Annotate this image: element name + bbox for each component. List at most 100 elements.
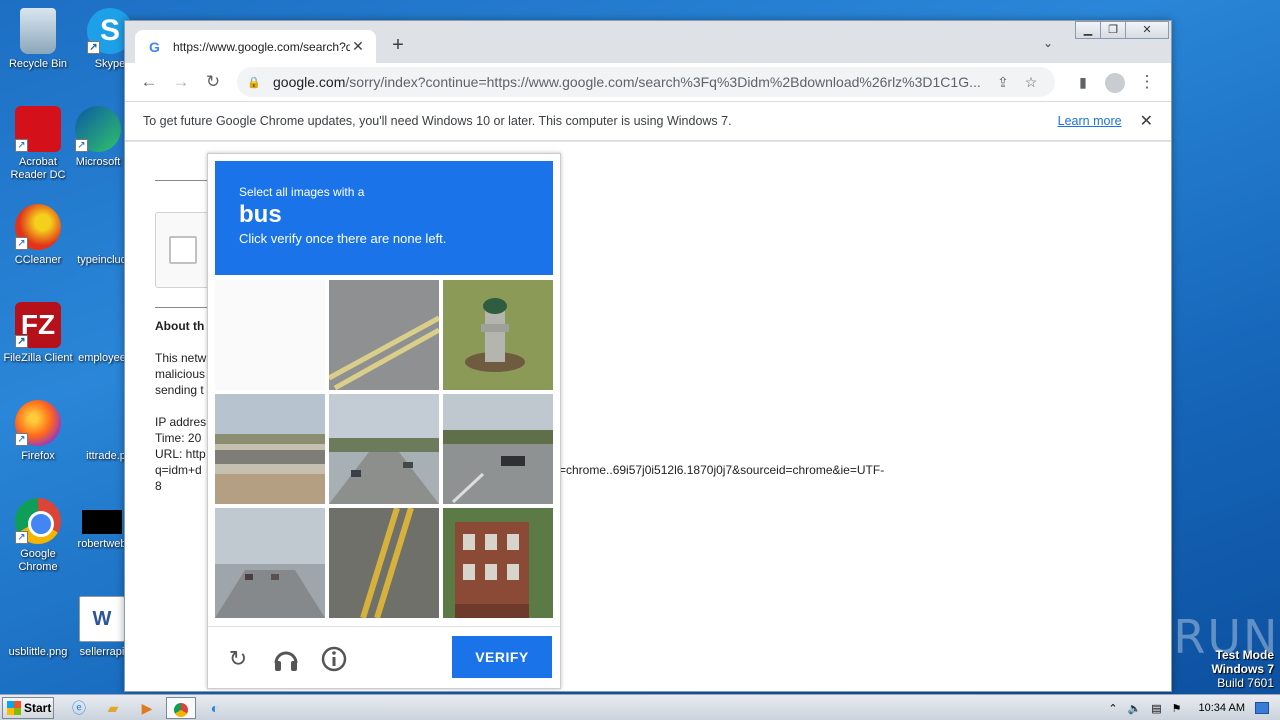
test-mode-line: Test Mode [1215, 648, 1274, 662]
captcha-tile-yellow-lines[interactable] [329, 508, 439, 618]
audio-challenge-headphones-icon[interactable] [272, 645, 300, 673]
tab-google-search[interactable]: G https://www.google.com/search?q= ✕ [135, 30, 376, 63]
captcha-header: Select all images with a bus Click verif… [215, 161, 553, 275]
paragraph-line: This netw [155, 351, 207, 365]
address-bar[interactable]: 🔒 google.com/sorry/index?continue=https:… [237, 67, 1055, 97]
volume-icon[interactable]: 🔈 [1128, 702, 1142, 715]
reload-icon[interactable]: ↻ [197, 66, 229, 98]
captcha-tile-traffic-road[interactable] [215, 508, 325, 618]
captcha-tile-blank[interactable] [215, 280, 325, 390]
tab-strip: G https://www.google.com/search?q= ✕ + ⌄… [125, 21, 1171, 63]
system-tray: ⌃ 🔈 ▤ ⚑ 10:34 AM [1103, 695, 1280, 720]
recaptcha-challenge: Select all images with a bus Click verif… [207, 153, 561, 689]
taskbar-chrome-icon[interactable] [166, 697, 196, 719]
captcha-footer: ↻ VERIFY [208, 626, 560, 690]
address-url[interactable]: google.com/sorry/index?continue=https://… [273, 74, 989, 90]
recaptcha-checkbox-container [155, 212, 215, 288]
acrobat-icon: ↗ [15, 106, 61, 152]
restore-button[interactable]: ❐ [1100, 21, 1126, 39]
file-icon [79, 204, 125, 250]
build-line: Build 7601 [1217, 676, 1274, 690]
intersection-image [443, 394, 553, 504]
minimize-button[interactable]: ▁ [1075, 21, 1101, 39]
paragraph-line: sending t [155, 383, 204, 397]
word-document-icon: W [79, 596, 125, 642]
reload-challenge-icon[interactable]: ↻ [224, 645, 252, 673]
captcha-tile-fire-hydrant[interactable] [443, 280, 553, 390]
more-menu-icon[interactable]: ⋮ [1131, 66, 1163, 98]
lock-icon[interactable]: 🔒 [247, 76, 263, 89]
learn-more-link[interactable]: Learn more [1058, 114, 1122, 128]
url-host: google.com [273, 74, 346, 90]
back-arrow-icon[interactable]: ← [133, 66, 165, 98]
page-content: About th This netw malicious sending t I… [125, 142, 1171, 691]
captcha-tile-road-lines[interactable] [329, 280, 439, 390]
action-center-flag-icon[interactable]: ⚑ [1172, 702, 1182, 715]
tab-title: https://www.google.com/search?q= [173, 39, 350, 54]
roadside-image [215, 394, 325, 504]
road-lines-image [329, 280, 439, 390]
taskbar: Start ⓔ ▰ ▶ ◐ ⌃ 🔈 ▤ ⚑ 10:34 AM [0, 694, 1280, 720]
show-desktop-icon[interactable] [1255, 702, 1269, 714]
ip-address-line: IP addres [155, 415, 207, 429]
chrome-icon: ↗ [15, 498, 61, 544]
google-favicon-icon: G [149, 38, 160, 55]
filezilla-icon: FZ ↗ [15, 302, 61, 348]
traffic-road-image [215, 508, 325, 618]
file-icon [83, 400, 129, 446]
network-icon[interactable]: ▤ [1151, 702, 1161, 715]
taskbar-ie-icon[interactable]: ⓔ [64, 697, 94, 719]
url-tail-text: =chrome..69i57j0i512l6.1870j0j7&sourceid… [559, 463, 885, 477]
share-icon[interactable]: ⇪ [989, 74, 1017, 91]
url-line: URL: http [155, 447, 206, 461]
divider [155, 307, 209, 308]
captcha-tile-intersection[interactable] [443, 394, 553, 504]
url-end-text: 8 [155, 479, 162, 493]
desktop-icon-recycle-bin[interactable]: Recycle Bin [0, 8, 76, 71]
url-line: q=idm+d [155, 463, 202, 477]
tab-search-chevron-down-icon[interactable]: ⌄ [1043, 36, 1053, 50]
captcha-tile-highway[interactable] [329, 394, 439, 504]
infobar-message: To get future Google Chrome updates, you… [143, 114, 732, 128]
close-window-button[interactable]: ✕ [1125, 21, 1169, 39]
start-button[interactable]: Start [2, 697, 54, 719]
recycle-bin-icon [20, 8, 56, 54]
info-icon[interactable] [320, 645, 348, 673]
captcha-hint: Click verify once there are none left. [239, 231, 447, 246]
windows-version-line: Windows 7 [1211, 662, 1274, 676]
infobar-close-icon[interactable]: ✕ [1140, 111, 1153, 131]
verify-button[interactable]: VERIFY [452, 636, 552, 678]
file-icon [82, 510, 122, 534]
recaptcha-checkbox[interactable] [169, 236, 197, 264]
tray-expand-icon[interactable]: ⌃ [1108, 702, 1117, 715]
firefox-icon: ↗ [15, 400, 61, 446]
clock[interactable]: 10:34 AM [1199, 702, 1245, 714]
chrome-window: G https://www.google.com/search?q= ✕ + ⌄… [124, 20, 1172, 692]
profile-avatar-icon[interactable] [1099, 66, 1131, 98]
info-circle-icon [321, 646, 347, 672]
bookmark-star-icon[interactable]: ☆ [1017, 74, 1045, 91]
brick-building-image [443, 508, 553, 618]
windows-logo-icon [7, 701, 21, 715]
taskbar-explorer-icon[interactable]: ▰ [98, 697, 128, 719]
url-path: /sorry/index?continue=https://www.google… [345, 74, 981, 90]
captcha-tile-roadside[interactable] [215, 394, 325, 504]
captcha-tile-brick-building[interactable] [443, 508, 553, 618]
file-icon [79, 302, 125, 348]
desktop-icon-firefox[interactable]: ↗ Firefox [0, 400, 76, 463]
new-tab-button[interactable]: + [387, 34, 409, 56]
captcha-target: bus [239, 201, 282, 228]
taskbar-edge-icon[interactable]: ◐ [200, 697, 230, 719]
image-file-icon [15, 596, 61, 642]
side-panel-icon[interactable]: ▮ [1067, 66, 1099, 98]
forward-arrow-icon[interactable]: → [165, 66, 197, 98]
highway-image [329, 394, 439, 504]
start-label: Start [24, 701, 52, 715]
tab-close-icon[interactable]: ✕ [350, 38, 366, 55]
fire-hydrant-image [443, 280, 553, 390]
headphones-icon [274, 651, 298, 671]
divider [155, 180, 209, 181]
browser-toolbar: ← → ↻ 🔒 google.com/sorry/index?continue=… [125, 63, 1171, 101]
time-line: Time: 20 [155, 431, 202, 445]
taskbar-media-player-icon[interactable]: ▶ [132, 697, 162, 719]
